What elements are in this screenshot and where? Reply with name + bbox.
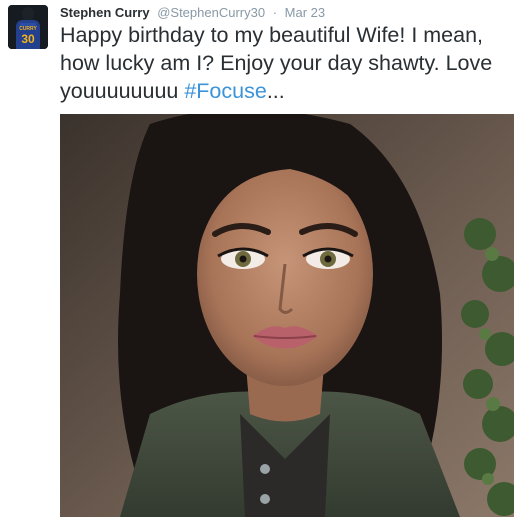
header-separator: · [272, 5, 278, 20]
avatar-image: CURRY 30 [8, 5, 48, 49]
avatar[interactable]: CURRY 30 [8, 5, 48, 49]
author-handle[interactable]: @StephenCurry30 [157, 5, 265, 20]
author-name[interactable]: Stephen Curry [60, 5, 150, 20]
avatar-jersey-number: 30 [21, 32, 35, 46]
tweet-photo[interactable] [60, 114, 514, 517]
tweet-text: Happy birthday to my beautiful Wife! I m… [60, 21, 520, 105]
tweet-ellipsis: ... [266, 79, 285, 103]
tweet-card: CURRY 30 Stephen Curry @StephenCurry30 ·… [0, 0, 524, 517]
tweet-header: Stephen Curry @StephenCurry30 · Mar 23 [60, 4, 325, 22]
portrait-photo [60, 114, 514, 517]
hashtag-link[interactable]: #Focuse [184, 79, 266, 103]
tweet-date[interactable]: Mar 23 [285, 5, 325, 20]
